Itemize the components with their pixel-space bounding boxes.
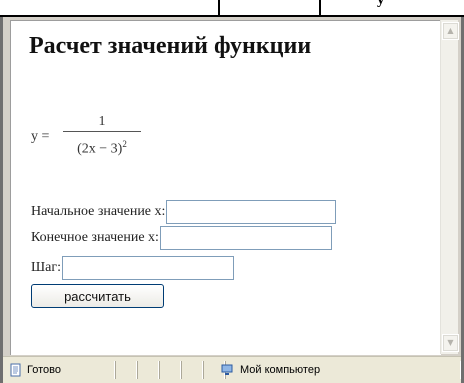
formula-fraction: 1 (2x − 3)2 bbox=[63, 113, 141, 161]
formula-lhs: y = bbox=[31, 129, 50, 144]
start-value-row: Начальное значение x: bbox=[31, 200, 337, 224]
table-cell bbox=[218, 0, 321, 15]
page-viewport: Расчет значений функции y = 1 (2x − 3)2 … bbox=[10, 20, 441, 355]
status-section bbox=[115, 361, 137, 379]
start-value-input[interactable] bbox=[166, 200, 337, 224]
page-icon bbox=[9, 363, 23, 377]
calculate-button[interactable]: рассчитать bbox=[31, 284, 164, 308]
denominator-expression: (2x − 3) bbox=[77, 141, 123, 157]
status-bar: Готово Мой компьютер bbox=[3, 356, 461, 383]
end-value-row: Конечное значение x: bbox=[31, 226, 332, 250]
end-value-label: Конечное значение x: bbox=[31, 230, 159, 245]
table-border-fragment: у bbox=[0, 0, 464, 17]
table-cell bbox=[0, 0, 218, 15]
table-cell-text: у bbox=[377, 0, 385, 8]
status-section bbox=[137, 361, 159, 379]
scroll-down-icon[interactable]: ▼ bbox=[442, 334, 459, 352]
status-text: Готово bbox=[27, 364, 61, 376]
formula-denominator: (2x − 3)2 bbox=[63, 133, 141, 161]
vertical-scrollbar[interactable]: ▲ ▼ bbox=[440, 20, 459, 354]
zone-text: Мой компьютер bbox=[240, 364, 321, 376]
computer-icon bbox=[220, 363, 234, 377]
table-cell: у bbox=[319, 0, 464, 15]
security-zone: Мой компьютер bbox=[221, 361, 461, 379]
step-input[interactable] bbox=[61, 256, 234, 280]
denominator-exponent: 2 bbox=[122, 139, 127, 149]
formula-numerator: 1 bbox=[98, 114, 106, 129]
step-label: Шаг: bbox=[31, 260, 61, 275]
status-section bbox=[159, 361, 181, 379]
status-section bbox=[181, 361, 203, 379]
browser-window: Расчет значений функции y = 1 (2x − 3)2 … bbox=[0, 17, 464, 383]
page-title: Расчет значений функции bbox=[29, 33, 312, 59]
step-row: Шаг: bbox=[31, 256, 234, 280]
start-value-label: Начальное значение x: bbox=[31, 204, 166, 219]
end-value-input[interactable] bbox=[159, 226, 332, 250]
status-section: Готово bbox=[5, 361, 115, 379]
scroll-up-icon[interactable]: ▲ bbox=[442, 22, 459, 40]
fraction-bar bbox=[63, 131, 141, 132]
